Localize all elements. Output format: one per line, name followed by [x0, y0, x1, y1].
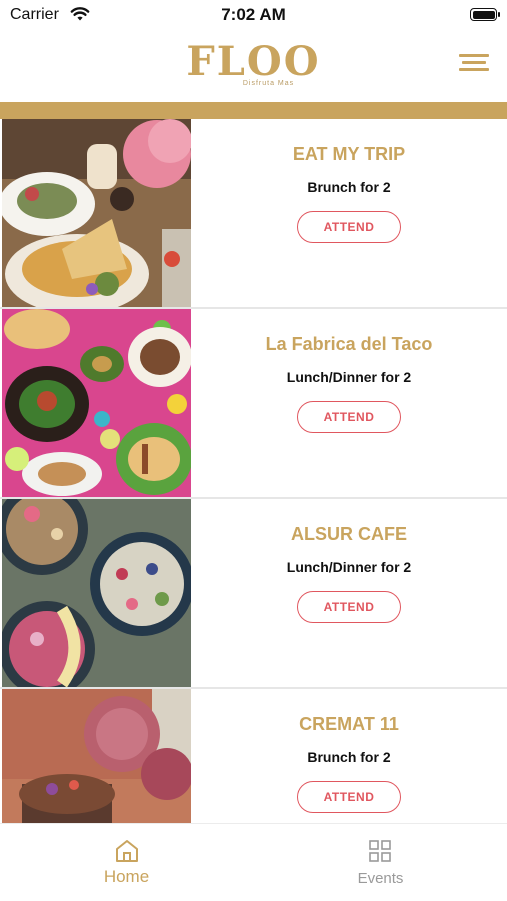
grid-icon [369, 840, 391, 862]
event-name: EAT MY TRIP [292, 144, 406, 164]
event-info: CREMAT 11 Brunch for 2 ATTEND [191, 689, 507, 823]
hamburger-menu-icon[interactable] [459, 54, 489, 76]
event-name: ALSUR CAFE [291, 524, 407, 544]
floo-logo: FLOO Disfruta Mas [0, 38, 507, 88]
pancakes-flowers-photo [2, 689, 191, 823]
event-card[interactable]: ALSUR CAFE Lunch/Dinner for 2 ATTEND [0, 499, 507, 689]
attend-button[interactable]: ATTEND [297, 211, 401, 243]
home-icon [116, 840, 138, 862]
battery-icon [470, 8, 500, 21]
app-header: FLOO Disfruta Mas [0, 32, 507, 102]
event-info: ALSUR CAFE Lunch/Dinner for 2 ATTEND [191, 499, 507, 687]
attend-button[interactable]: ATTEND [297, 591, 401, 623]
tab-events[interactable]: Events [254, 824, 507, 901]
event-offer: Lunch/Dinner for 2 [286, 559, 412, 575]
tab-bar: Home Events [0, 823, 507, 901]
attend-button[interactable]: ATTEND [297, 401, 401, 433]
clock: 7:02 AM [221, 5, 286, 24]
event-name: La Fabrica del Taco [265, 334, 433, 354]
logo-tagline: Disfruta Mas [242, 80, 295, 87]
event-card[interactable]: EAT MY TRIP Brunch for 2 ATTEND [0, 119, 507, 309]
status-bar: Carrier 7:02 AM [0, 0, 507, 32]
event-card[interactable]: CREMAT 11 Brunch for 2 ATTEND [0, 689, 507, 823]
event-offer: Lunch/Dinner for 2 [286, 369, 412, 385]
tab-home[interactable]: Home [0, 824, 253, 901]
event-info: La Fabrica del Taco Lunch/Dinner for 2 A… [191, 309, 507, 497]
event-name: CREMAT 11 [299, 714, 399, 734]
event-list[interactable]: EAT MY TRIP Brunch for 2 ATTEND La Fabri… [0, 119, 507, 823]
attend-button[interactable]: ATTEND [297, 781, 401, 813]
event-offer: Brunch for 2 [307, 749, 391, 765]
event-info: EAT MY TRIP Brunch for 2 ATTEND [191, 119, 507, 307]
tab-home-label: Home [103, 867, 150, 886]
tacos-photo [2, 309, 191, 497]
tab-events-label: Events [357, 870, 404, 887]
brunch-table-photo [2, 119, 191, 307]
header-divider-bar [0, 102, 507, 119]
event-offer: Brunch for 2 [307, 179, 391, 195]
acai-bowls-photo [2, 499, 191, 687]
event-card[interactable]: La Fabrica del Taco Lunch/Dinner for 2 A… [0, 309, 507, 499]
logo-wordmark: FLOO [186, 38, 321, 85]
